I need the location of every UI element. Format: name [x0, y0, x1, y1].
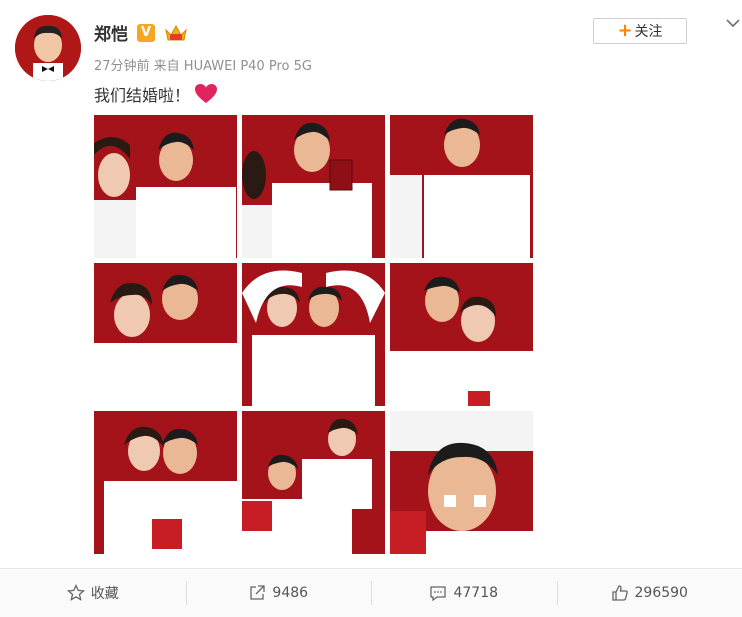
- photo-thumbnail[interactable]: [242, 411, 385, 554]
- avatar[interactable]: [15, 15, 81, 81]
- star-icon: [67, 584, 85, 602]
- photo-thumbnail[interactable]: [390, 115, 533, 258]
- post-text-container: 我们结婚啦！: [94, 82, 218, 106]
- plus-icon: +: [617, 22, 632, 40]
- chevron-down-icon[interactable]: [724, 14, 742, 32]
- photo-grid: [94, 115, 534, 555]
- photo-thumbnail[interactable]: [94, 263, 237, 406]
- verified-badge-icon: V: [137, 24, 155, 42]
- photo-thumbnail[interactable]: [242, 115, 385, 258]
- repost-button[interactable]: 9486: [186, 569, 372, 617]
- photo-thumbnail[interactable]: [390, 411, 533, 554]
- photo-thumbnail[interactable]: [242, 263, 385, 406]
- like-count: 296590: [635, 585, 688, 601]
- post-text: 我们结婚啦！: [94, 82, 190, 106]
- follow-label: 关注: [635, 21, 663, 41]
- comment-icon: [429, 584, 447, 602]
- heart-icon: [194, 83, 218, 105]
- follow-button[interactable]: + 关注: [593, 18, 687, 44]
- like-button[interactable]: 296590: [557, 569, 742, 617]
- photo-thumbnail[interactable]: [94, 411, 237, 554]
- favorite-button[interactable]: 收藏: [0, 569, 186, 617]
- repost-count: 9486: [272, 585, 308, 601]
- crown-icon: [164, 22, 188, 44]
- user-name[interactable]: 郑恺: [94, 20, 128, 45]
- comment-count: 47718: [453, 585, 498, 601]
- thumbs-up-icon: [611, 584, 629, 602]
- comment-button[interactable]: 47718: [371, 569, 557, 617]
- photo-thumbnail[interactable]: [390, 263, 533, 406]
- photo-thumbnail[interactable]: [94, 115, 237, 258]
- share-icon: [248, 584, 266, 602]
- post-meta: 27分钟前 来自 HUAWEI P40 Pro 5G: [94, 55, 312, 74]
- action-bar: 收藏 9486 47718 296590: [0, 568, 742, 617]
- favorite-label: 收藏: [91, 583, 119, 603]
